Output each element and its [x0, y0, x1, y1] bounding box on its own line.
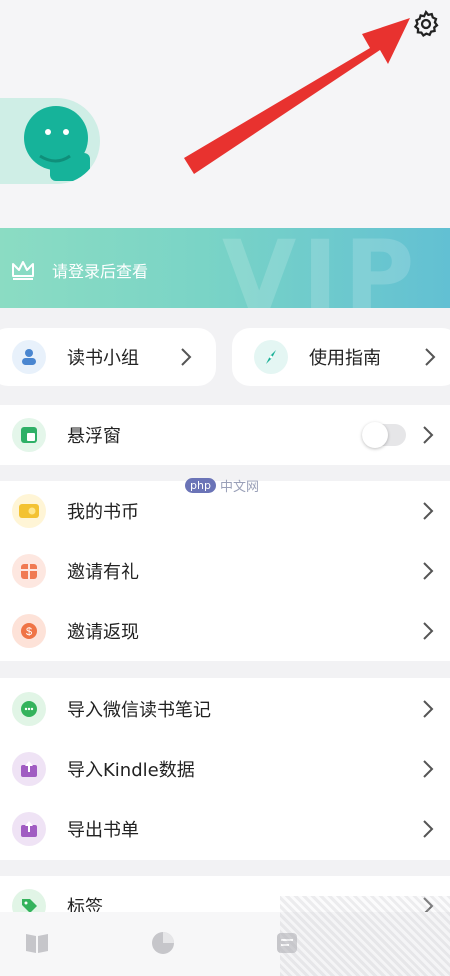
- list-item-import-wechat-notes[interactable]: 导入微信读书笔记: [0, 679, 450, 739]
- chevron-right-icon: [423, 562, 434, 580]
- site-watermark: php 中文网: [185, 476, 259, 495]
- group-icon: [12, 340, 46, 374]
- item-label: 导入微信读书笔记: [67, 700, 211, 721]
- floating-window-section: 悬浮窗: [0, 405, 450, 465]
- list-item-invite-cashback[interactable]: $ 邀请返现: [0, 601, 450, 661]
- card-user-guide[interactable]: 使用指南: [232, 328, 450, 386]
- vip-banner[interactable]: VIP 请登录后查看: [0, 228, 450, 308]
- corner-watermark: [280, 896, 450, 976]
- cash-icon: $: [12, 614, 46, 648]
- import-section: 导入微信读书笔记 导入Kindle数据 导出书单: [0, 678, 450, 860]
- item-label: 我的书币: [67, 502, 139, 523]
- bottom-tab-bar: [0, 896, 450, 976]
- chevron-right-icon: [423, 700, 434, 718]
- compass-icon: [254, 340, 288, 374]
- gear-icon: [413, 10, 439, 38]
- chevron-right-icon: [181, 348, 192, 366]
- item-label: 导出书单: [67, 820, 139, 841]
- upload-icon: [12, 812, 46, 846]
- floating-window-row[interactable]: 悬浮窗: [0, 405, 450, 465]
- pie-chart-icon[interactable]: [148, 928, 178, 958]
- card-label: 使用指南: [309, 348, 381, 369]
- wechat-icon: [12, 692, 46, 726]
- chevron-right-icon: [423, 502, 434, 520]
- site-name: 中文网: [219, 480, 259, 495]
- wallet-section: 我的书币 邀请有礼 $ 邀请返现: [0, 481, 450, 661]
- upload-icon: [12, 752, 46, 786]
- floating-window-label: 悬浮窗: [67, 426, 121, 447]
- crown-icon: [12, 261, 34, 280]
- list-item-import-kindle[interactable]: 导入Kindle数据: [0, 739, 450, 799]
- item-label: 邀请有礼: [67, 562, 139, 583]
- list-item-invite-gift[interactable]: 邀请有礼: [0, 541, 450, 601]
- coin-icon: [12, 494, 46, 528]
- svg-text:$: $: [26, 626, 32, 638]
- gift-icon: [12, 554, 46, 588]
- vip-watermark: VIP: [222, 228, 421, 308]
- avatar[interactable]: [0, 98, 100, 184]
- item-label: 邀请返现: [67, 622, 139, 643]
- toggle-knob: [362, 422, 388, 448]
- vip-login-hint: 请登录后查看: [52, 262, 149, 281]
- item-label: 导入Kindle数据: [67, 760, 195, 781]
- red-arrow-annotation: [184, 18, 410, 174]
- chevron-right-icon: [423, 760, 434, 778]
- card-reading-group[interactable]: 读书小组: [0, 328, 216, 386]
- username-placeholder[interactable]: [152, 118, 192, 136]
- chevron-right-icon: [425, 348, 436, 366]
- settings-button[interactable]: [408, 6, 444, 42]
- floating-window-toggle[interactable]: [362, 422, 406, 448]
- window-icon: [12, 418, 46, 452]
- chevron-right-icon: [423, 820, 434, 838]
- php-badge: php: [185, 478, 216, 493]
- chevron-right-icon: [423, 622, 434, 640]
- card-label: 读书小组: [67, 348, 139, 369]
- avatar-face-icon: [24, 106, 90, 181]
- profile-header: [0, 0, 450, 228]
- list-item-export-booklist[interactable]: 导出书单: [0, 799, 450, 859]
- book-icon[interactable]: [22, 928, 52, 958]
- chevron-right-icon: [423, 426, 434, 444]
